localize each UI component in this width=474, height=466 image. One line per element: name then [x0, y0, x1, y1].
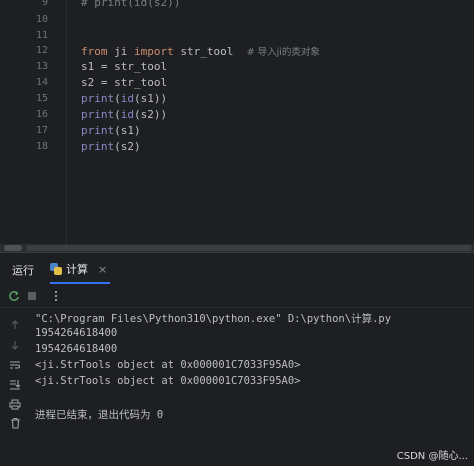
console-output-line: 1954264618400 — [35, 327, 118, 339]
run-tool-title[interactable]: 运行 — [12, 262, 34, 278]
scroll-to-end-icon[interactable] — [8, 377, 22, 391]
builtin-function: print — [81, 108, 115, 121]
console-output-line: 进程已结束，退出代码为 0 — [35, 409, 164, 421]
builtin-function: id — [120, 108, 134, 121]
code-line[interactable]: s1 = str_tool — [81, 60, 167, 73]
code-line[interactable]: print(s1) — [81, 124, 141, 137]
line-number: 15 — [35, 93, 48, 104]
scrollbar-track[interactable] — [26, 245, 472, 251]
python-icon — [50, 263, 62, 275]
arrow-down-icon[interactable] — [8, 338, 22, 352]
line-number-gutter: 9 10 11 12 13 14 15 16 17 18 — [0, 0, 60, 244]
more-vertical-icon[interactable] — [49, 289, 63, 303]
code-editor[interactable]: 9 10 11 12 13 14 15 16 17 18 # print(id(… — [0, 0, 474, 244]
line-number: 17 — [35, 125, 48, 136]
builtin-function: id — [120, 92, 134, 105]
arguments: (s1)) — [134, 92, 168, 105]
scrollbar-thumb[interactable] — [4, 245, 22, 251]
stop-icon[interactable] — [25, 289, 39, 303]
line-number: 9 — [41, 0, 48, 8]
code-line[interactable]: # print(id(s2)) — [81, 0, 180, 9]
punctuation: ( — [114, 92, 121, 105]
builtin-function: print — [81, 124, 115, 137]
console-side-toolbar — [0, 308, 28, 466]
console-output-line: <ji.StrTools object at 0x000001C7033F95A… — [35, 375, 301, 387]
code-line[interactable]: print(id(s1)) — [81, 92, 167, 105]
run-toolbar — [0, 285, 474, 308]
run-tool-window: 运行 计算 × "C:\Program Files\Python310\pyth… — [0, 252, 474, 466]
arguments: (s1) — [114, 124, 141, 137]
arguments: (s2) — [114, 140, 141, 153]
watermark: CSDN @随心... — [396, 451, 468, 462]
trash-icon[interactable] — [8, 416, 22, 430]
arguments: (s2)) — [134, 108, 168, 121]
comment: # 导入ji的类对象 — [246, 47, 320, 58]
run-tab-bar: 运行 计算 × — [0, 253, 474, 284]
run-config-tab[interactable]: 计算 × — [50, 259, 107, 279]
fold-guide — [66, 0, 67, 244]
active-tab-indicator — [50, 282, 110, 284]
line-number: 16 — [35, 109, 48, 120]
keyword: from — [81, 45, 108, 58]
line-number: 11 — [35, 30, 48, 41]
code-line[interactable]: from ji import str_tool # 导入ji的类对象 — [81, 44, 320, 58]
line-number: 18 — [35, 141, 48, 152]
code-line[interactable]: print(s2) — [81, 140, 141, 153]
punctuation: ( — [114, 108, 121, 121]
print-icon[interactable] — [8, 397, 22, 411]
keyword: import — [134, 45, 174, 58]
import-name: str_tool — [173, 45, 247, 58]
builtin-function: print — [81, 92, 115, 105]
line-number: 14 — [35, 77, 48, 88]
console-output-line: "C:\Program Files\Python310\python.exe" … — [35, 313, 392, 325]
console-output-line: <ji.StrTools object at 0x000001C7033F95A… — [35, 359, 301, 371]
close-icon[interactable]: × — [98, 263, 107, 276]
horizontal-scrollbar[interactable] — [0, 244, 474, 252]
rerun-icon[interactable] — [7, 289, 21, 303]
code-line[interactable]: s2 = str_tool — [81, 76, 167, 89]
line-number: 13 — [35, 61, 48, 72]
code-line[interactable]: print(id(s2)) — [81, 108, 167, 121]
module-name: ji — [107, 45, 134, 58]
console-output-line: 1954264618400 — [35, 343, 118, 355]
builtin-function: print — [81, 140, 115, 153]
line-number: 12 — [35, 45, 48, 56]
arrow-up-icon[interactable] — [8, 318, 22, 332]
soft-wrap-icon[interactable] — [8, 358, 22, 372]
line-number: 10 — [35, 14, 48, 25]
run-config-tab-label: 计算 — [66, 263, 88, 276]
